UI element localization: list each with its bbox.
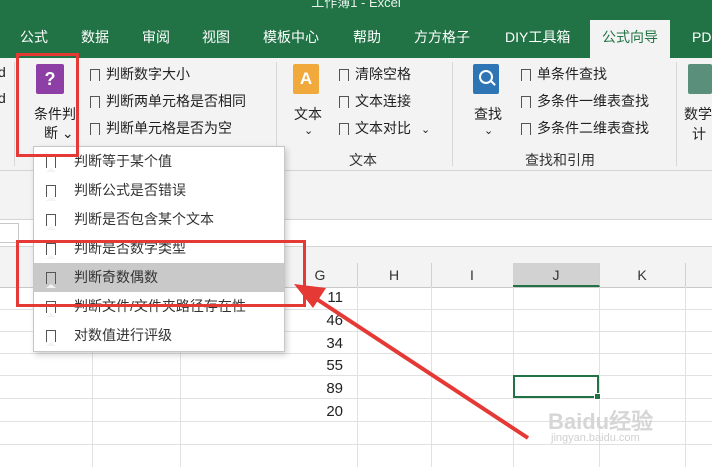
arrow-shaft bbox=[310, 294, 530, 440]
watermark-url: jingyan.baidu.com bbox=[551, 432, 640, 444]
annotation-arrow bbox=[294, 284, 530, 440]
